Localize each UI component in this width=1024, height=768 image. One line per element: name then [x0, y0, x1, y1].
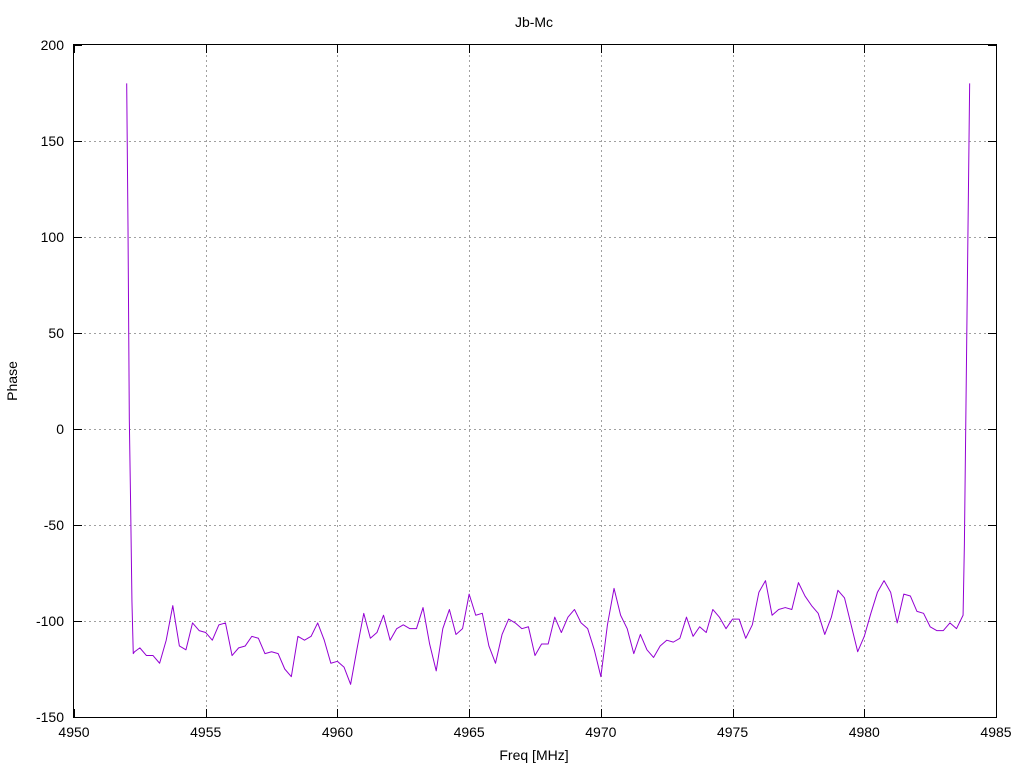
- phase-series-line: [126, 83, 971, 685]
- phase-chart: Jb-Mc 4950 4955 4960 4965 4970 4975 4980 4985 -1…: [4, 14, 1012, 763]
- x-tick-label: 4950: [58, 724, 89, 740]
- series-layer: [126, 83, 971, 685]
- x-tick-label: 4980: [849, 724, 880, 740]
- y-tick-label: 50: [48, 325, 64, 341]
- y-axis-label: Phase: [4, 361, 20, 401]
- y-tick-label: 150: [41, 133, 65, 149]
- grid-lines: [74, 45, 996, 717]
- x-tick-label: 4965: [454, 724, 485, 740]
- x-tick-label: 4955: [190, 724, 221, 740]
- x-tick-label: 4975: [717, 724, 748, 740]
- y-tick-label: -100: [36, 613, 64, 629]
- y-tick-label: 0: [56, 421, 64, 437]
- x-tick-label: 4970: [585, 724, 616, 740]
- y-tick-label: 100: [41, 229, 65, 245]
- chart-title: Jb-Mc: [515, 14, 553, 30]
- y-tick-label: -50: [44, 517, 64, 533]
- axis-ticks: [74, 45, 997, 718]
- x-tick-label: 4960: [322, 724, 353, 740]
- x-tick-label: 4985: [980, 724, 1011, 740]
- tick-labels: 4950 4955 4960 4965 4970 4975 4980 4985 -150 -100…: [36, 37, 1012, 740]
- y-tick-label: -150: [36, 709, 64, 725]
- y-tick-label: 200: [41, 37, 65, 53]
- x-axis-label: Freq [MHz]: [499, 747, 568, 763]
- plot-frame: [73, 44, 997, 718]
